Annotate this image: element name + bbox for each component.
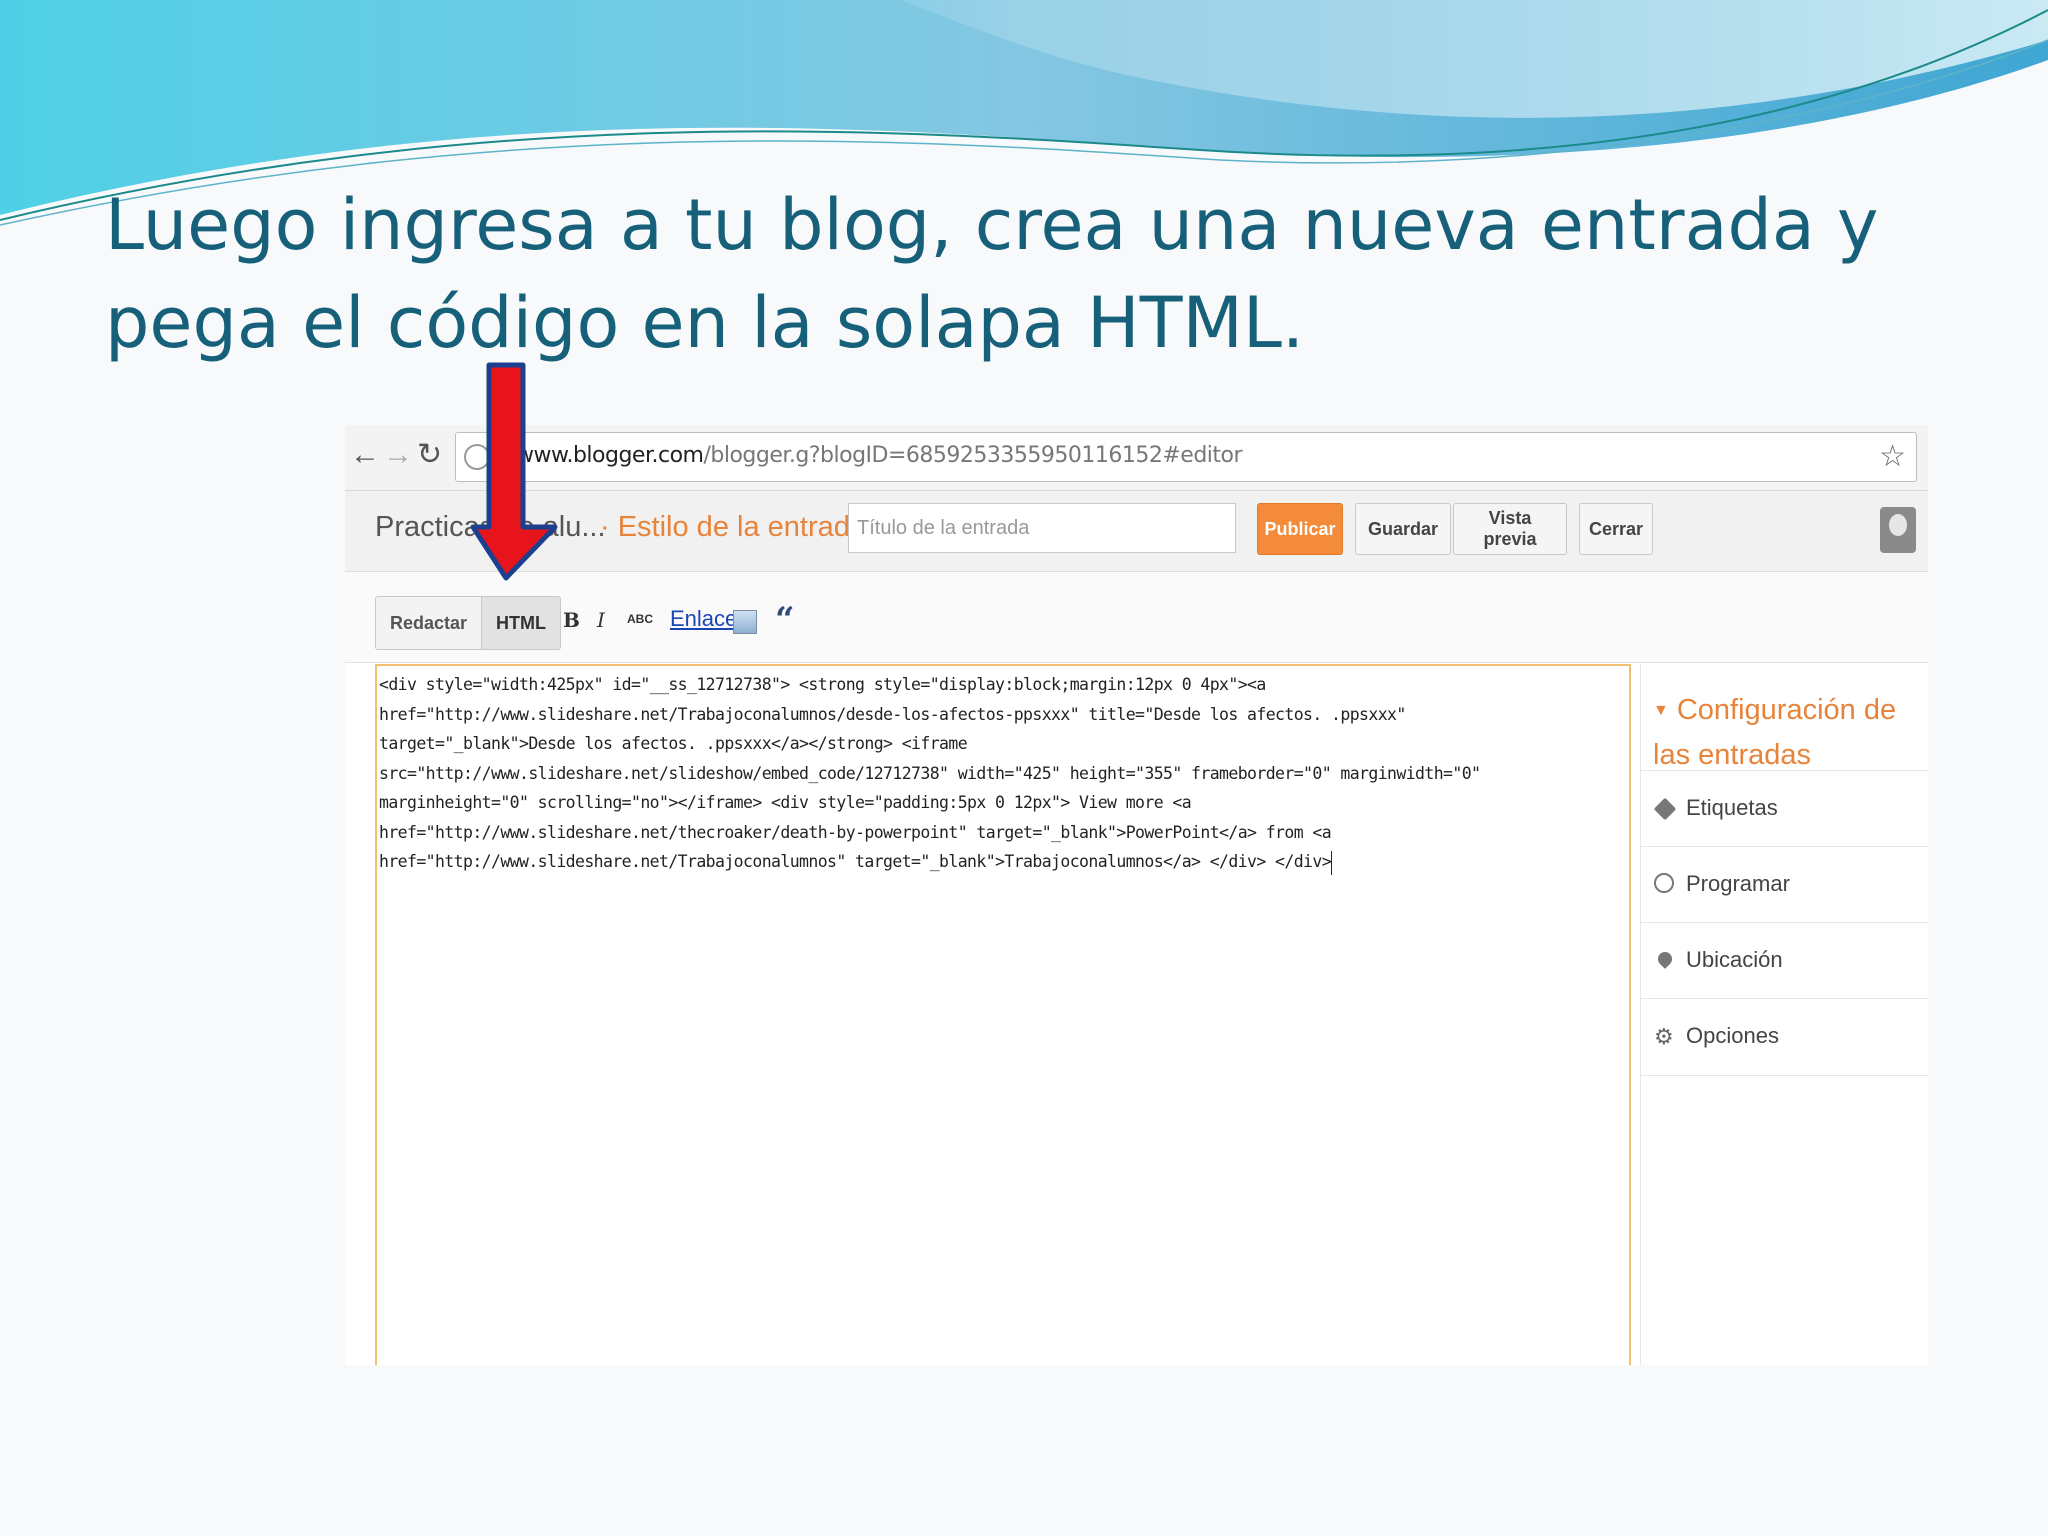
sidebar-item-options[interactable]: ⚙ Opciones	[1641, 998, 1928, 1076]
red-arrow-pointer	[470, 362, 558, 581]
spellcheck-button[interactable]: ABC	[627, 612, 653, 626]
sidebar-item-label: Programar	[1686, 871, 1790, 896]
code-line: href="http://www.slideshare.net/Trabajoc…	[379, 852, 1332, 871]
sidebar-item-label: Opciones	[1686, 1023, 1779, 1048]
post-settings-title: Configuración de las entradas	[1653, 694, 1897, 772]
clock-icon	[1654, 873, 1676, 897]
arrow-left-icon[interactable]: ←	[350, 439, 380, 471]
url-field[interactable]: www.blogger.com/blogger.g?blogID=6859253…	[455, 432, 1917, 482]
arrow-right-icon[interactable]: →	[383, 439, 413, 471]
sidebar-item-label: Etiquetas	[1686, 795, 1778, 820]
quote-icon[interactable]: “	[775, 600, 795, 640]
text-caret	[1331, 850, 1333, 875]
sidebar-item-schedule[interactable]: Programar	[1641, 846, 1928, 923]
post-title-input[interactable]	[848, 503, 1236, 553]
triangle-down-icon: ▼	[1653, 702, 1669, 720]
bold-button[interactable]: B	[563, 608, 580, 632]
code-line: src="http://www.slideshare.net/slideshow…	[379, 763, 1481, 783]
url-path: /blogger.g?blogID=6859253355950116152#ed…	[703, 443, 1243, 468]
star-icon[interactable]: ☆	[1879, 439, 1906, 474]
code-line: href="http://www.slideshare.net/Trabajoc…	[379, 704, 1406, 724]
publish-button[interactable]: Publicar	[1257, 503, 1343, 555]
html-code: <div style="width:425px" id="__ss_127127…	[377, 666, 1629, 881]
code-line: <div style="width:425px" id="__ss_127127…	[379, 675, 1266, 694]
sidebar-item-location[interactable]: Ubicación	[1641, 922, 1928, 999]
reload-icon[interactable]: ↻	[417, 439, 442, 471]
blogger-editor-screenshot: ← → ↻ www.blogger.com/blogger.g?blogID=6…	[345, 425, 1928, 1365]
save-button[interactable]: Guardar	[1355, 503, 1451, 555]
sidebar-item-labels[interactable]: Etiquetas	[1641, 770, 1928, 847]
close-button[interactable]: Cerrar	[1579, 503, 1653, 555]
slide-title-line-2: pega el código en la solapa HTML.	[105, 282, 1305, 364]
tab-compose[interactable]: Redactar	[376, 597, 481, 649]
gear-icon: ⚙	[1654, 1024, 1674, 1049]
tab-html[interactable]: HTML	[481, 597, 561, 649]
html-editor-textarea[interactable]: <div style="width:425px" id="__ss_127127…	[375, 664, 1631, 1365]
format-toolbar: Redactar HTML B I ABC Enlace “	[345, 572, 1928, 663]
slide-title: Luego ingresa a tu blog, crea una nueva …	[105, 176, 1955, 372]
avatar[interactable]	[1880, 507, 1916, 553]
tag-icon	[1653, 797, 1677, 821]
post-editor-toolbar: Practicas de alu... · Estilo de la entra…	[345, 491, 1928, 572]
mode-tabs: Redactar HTML	[375, 596, 562, 650]
post-style-label: · Estilo de la entrada	[600, 511, 866, 543]
location-pin-icon	[1654, 949, 1676, 973]
image-icon[interactable]	[733, 610, 757, 634]
post-settings-sidebar: ▼ Configuración de las entradas Etiquetas…	[1640, 664, 1928, 1365]
italic-button[interactable]: I	[597, 608, 605, 632]
preview-button[interactable]: Vista previa	[1453, 503, 1567, 555]
post-settings-header[interactable]: ▼ Configuración de las entradas	[1653, 688, 1923, 777]
code-line: target="_blank">Desde los afectos. .ppsx…	[379, 734, 968, 753]
sidebar-item-label: Ubicación	[1686, 947, 1783, 972]
code-line: href="http://www.slideshare.net/thecroak…	[379, 822, 1332, 842]
code-line: marginheight="0" scrolling="no"></iframe…	[379, 793, 1192, 812]
link-button[interactable]: Enlace	[670, 606, 737, 632]
url-text[interactable]: www.blogger.com/blogger.g?blogID=6859253…	[516, 443, 1243, 468]
browser-address-bar: ← → ↻ www.blogger.com/blogger.g?blogID=6…	[345, 425, 1928, 491]
slide-title-line-1: Luego ingresa a tu blog, crea una nueva …	[105, 184, 1879, 266]
